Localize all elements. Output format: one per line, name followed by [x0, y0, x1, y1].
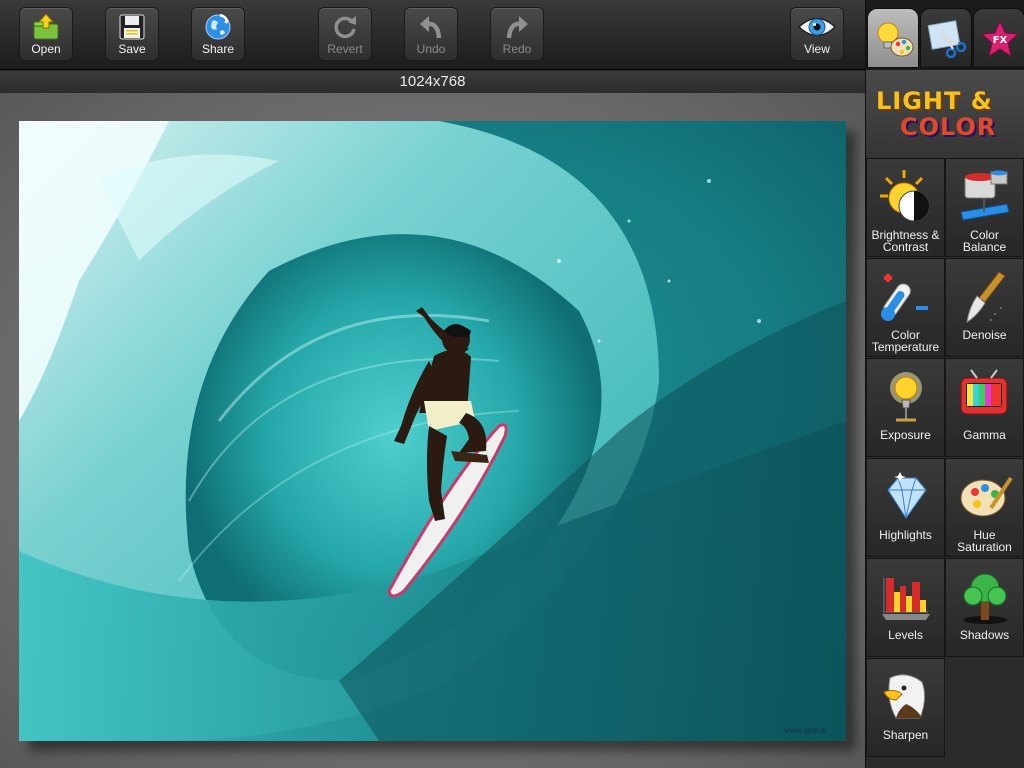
brush-icon	[946, 267, 1023, 327]
redo-button[interactable]: Redo	[490, 7, 544, 61]
tool-gamma[interactable]: Gamma	[945, 358, 1024, 457]
tab-crop[interactable]	[920, 8, 972, 68]
tool-label-line2: Balance	[962, 240, 1007, 254]
floppy-disk-icon	[106, 12, 158, 42]
view-label: View	[804, 42, 830, 56]
tool-exposure[interactable]: Exposure	[866, 358, 945, 457]
sun-contrast-icon	[867, 167, 944, 227]
photo-editor-app: Open Save Share Revert Undo Redo View 10…	[0, 0, 1024, 768]
tree-icon	[946, 567, 1023, 627]
tool-label-line1: Shadows	[959, 628, 1010, 642]
save-label: Save	[118, 42, 146, 56]
panel-tabs: FX	[866, 0, 1024, 70]
tab-effects[interactable]: FX	[973, 8, 1024, 68]
revert-label: Revert	[327, 42, 363, 56]
undo-label: Undo	[416, 42, 446, 56]
empty-tool-slot	[945, 658, 1024, 757]
tv-icon	[946, 367, 1023, 427]
tool-label-line2: Saturation	[957, 540, 1012, 554]
logo-line2: COLOR	[900, 113, 997, 141]
surfer-wave-image: www.xpor.tk	[19, 121, 846, 741]
view-button[interactable]: View	[790, 7, 844, 61]
undo-button[interactable]: Undo	[404, 7, 458, 61]
light-bulb-icon	[867, 367, 944, 427]
tool-color-balance[interactable]: Color Balance	[945, 158, 1024, 257]
tool-label-line1: Denoise	[962, 328, 1007, 342]
tool-levels[interactable]: Levels	[866, 558, 945, 657]
eye-icon	[791, 12, 843, 42]
tool-sharpen[interactable]: Sharpen	[866, 658, 945, 757]
tool-shadows[interactable]: Shadows	[945, 558, 1024, 657]
revert-button[interactable]: Revert	[318, 7, 372, 61]
tool-label-line1: Sharpen	[882, 728, 929, 742]
share-label: Share	[201, 42, 235, 56]
tool-highlights[interactable]: Highlights	[866, 458, 945, 557]
undo-arrow-icon	[405, 12, 457, 42]
bulb-palette-icon	[877, 22, 914, 57]
fx-tab-text: FX	[993, 35, 1008, 46]
scissors-icon	[927, 20, 967, 59]
tool-hue-saturation[interactable]: Hue Saturation	[945, 458, 1024, 557]
redo-arrow-icon	[491, 12, 543, 42]
redo-label: Redo	[502, 42, 532, 56]
tool-label-line1: Gamma	[963, 428, 1006, 442]
tool-label-line2: Contrast	[882, 240, 929, 254]
image-canvas[interactable]: www.xpor.tk	[0, 93, 865, 768]
surf-photo[interactable]: www.xpor.tk	[19, 121, 846, 741]
logo-line1: LIGHT &	[876, 87, 993, 115]
adjustments-panel: FX LIGHT & COLOR Brightness & Contrast C…	[865, 0, 1024, 768]
tool-color-temperature[interactable]: Color Temperature	[866, 258, 945, 357]
refresh-icon	[319, 12, 371, 42]
photo-watermark: www.xpor.tk	[783, 726, 828, 735]
save-button[interactable]: Save	[105, 7, 159, 61]
paint-bucket-icon	[946, 167, 1023, 227]
levels-chart-icon	[867, 567, 944, 627]
tool-label-line1: Highlights	[879, 528, 932, 542]
top-toolbar: Open Save Share Revert Undo Redo View	[0, 0, 865, 70]
open-folder-icon	[20, 12, 72, 42]
open-label: Open	[31, 42, 61, 56]
globe-icon	[192, 12, 244, 42]
tool-label-line1: Levels	[888, 628, 923, 642]
open-button[interactable]: Open	[19, 7, 73, 61]
light-color-logo: LIGHT & COLOR	[876, 88, 996, 140]
light-color-header: LIGHT & COLOR	[866, 70, 1024, 158]
fx-star-icon: FX	[980, 19, 1020, 58]
palette-icon	[946, 467, 1023, 527]
diamond-icon	[867, 467, 944, 527]
tool-label-line1: Exposure	[880, 428, 931, 442]
tab-light-and-color[interactable]	[867, 8, 919, 68]
image-size-label: 1024x768	[0, 71, 865, 93]
tool-label-line2: Temperature	[871, 340, 940, 354]
tool-brightness-contrast[interactable]: Brightness & Contrast	[866, 158, 945, 257]
eagle-icon	[867, 667, 944, 727]
tool-denoise[interactable]: Denoise	[945, 258, 1024, 357]
share-button[interactable]: Share	[191, 7, 245, 61]
thermometer-icon	[867, 267, 944, 327]
